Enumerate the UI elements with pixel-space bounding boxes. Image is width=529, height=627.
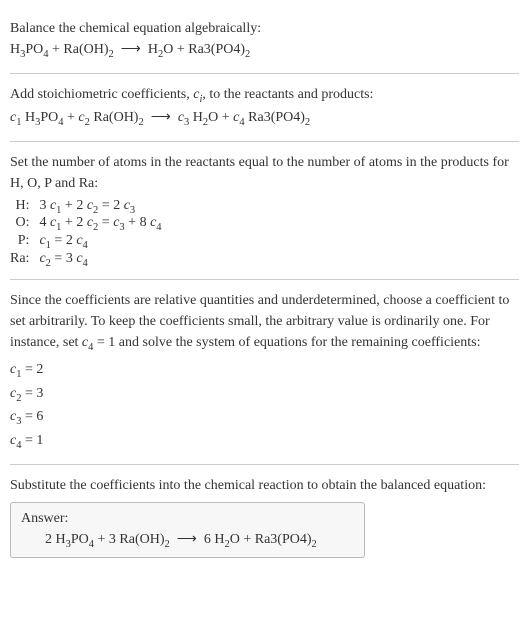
list-item: c4 = 1 <box>10 430 519 454</box>
atom-balance-intro: Set the number of atoms in the reactants… <box>10 152 519 194</box>
answer-box: Answer: 2 H3PO4 + 3 Ra(OH)2 ⟶ 6 H2O + Ra… <box>10 502 365 559</box>
coeff-intro: Add stoichiometric coefficients, ci, to … <box>10 84 519 108</box>
atom-balance-table: H: 3 c1 + 2 c2 = 2 c3 O: 4 c1 + 2 c2 = c… <box>10 198 162 269</box>
answer-label: Answer: <box>21 511 354 527</box>
list-item: c1 = 2 <box>10 359 519 383</box>
element-label: Ra: <box>10 251 39 269</box>
element-label: O: <box>10 215 39 233</box>
element-label: H: <box>10 198 39 216</box>
list-item: c2 = 3 <box>10 383 519 407</box>
equation-unbalanced: H3PO4 + Ra(OH)2 ⟶ H2O + Ra3(PO4)2 <box>10 39 519 63</box>
coef-value: 6 <box>36 409 43 424</box>
element-equation: c2 = 3 c4 <box>39 251 161 269</box>
equation-with-coeffs: c1 H3PO4 + c2 Ra(OH)2 ⟶ c3 H2O + c4 Ra3(… <box>10 107 519 131</box>
coef-value: 3 <box>36 386 43 401</box>
table-row: O: 4 c1 + 2 c2 = c3 + 8 c4 <box>10 215 162 233</box>
coef-value: 1 <box>36 433 43 448</box>
section-substitute: Substitute the coefficients into the che… <box>10 465 519 569</box>
solve-intro-b: and solve the system of equations for th… <box>115 335 480 350</box>
balanced-equation: 2 H3PO4 + 3 Ra(OH)2 ⟶ 6 H2O + Ra3(PO4)2 <box>21 531 354 550</box>
section-atom-balance: Set the number of atoms in the reactants… <box>10 142 519 280</box>
section-problem: Balance the chemical equation algebraica… <box>10 8 519 74</box>
coeff-intro-a: Add stoichiometric coefficients, <box>10 87 193 102</box>
section-solve: Since the coefficients are relative quan… <box>10 280 519 465</box>
coef-value: 2 <box>36 362 43 377</box>
element-equation: c1 = 2 c4 <box>39 233 161 251</box>
element-label: P: <box>10 233 39 251</box>
list-item: c3 = 6 <box>10 406 519 430</box>
section-coefficients: Add stoichiometric coefficients, ci, to … <box>10 74 519 142</box>
substitute-intro: Substitute the coefficients into the che… <box>10 475 519 496</box>
table-row: H: 3 c1 + 2 c2 = 2 c3 <box>10 198 162 216</box>
element-equation: 3 c1 + 2 c2 = 2 c3 <box>39 198 161 216</box>
element-equation: 4 c1 + 2 c2 = c3 + 8 c4 <box>39 215 161 233</box>
table-row: Ra: c2 = 3 c4 <box>10 251 162 269</box>
coeff-intro-b: , to the reactants and products: <box>202 87 373 102</box>
solve-intro: Since the coefficients are relative quan… <box>10 290 519 356</box>
coefficient-solution-list: c1 = 2 c2 = 3 c3 = 6 c4 = 1 <box>10 359 519 453</box>
problem-title: Balance the chemical equation algebraica… <box>10 18 519 39</box>
table-row: P: c1 = 2 c4 <box>10 233 162 251</box>
